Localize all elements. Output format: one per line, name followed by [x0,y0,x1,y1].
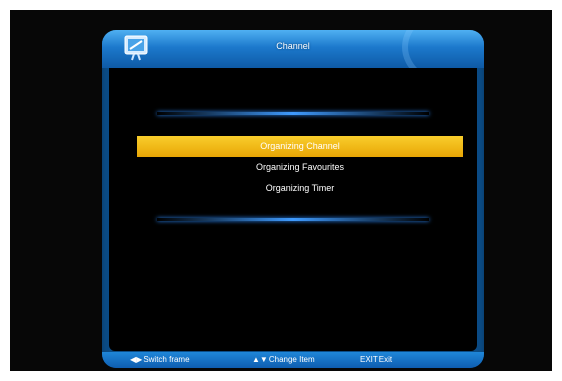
menu-item-organizing-favourites[interactable]: Organizing Favourites [137,157,463,178]
footer-hint-bar: ◀▶Switch frame ▲▼Change Item EXITExit [102,352,484,368]
hint-label: Exit [378,355,393,364]
menu-item-organizing-channel[interactable]: Organizing Channel [137,136,463,157]
menu-body: Organizing Channel Organizing Favourites… [109,68,477,351]
hint-switch-frame: ◀▶Switch frame [130,352,190,368]
up-down-arrows-icon: ▲▼ [252,355,268,364]
hint-label: Switch frame [143,355,190,364]
page-title: Channel [276,41,310,51]
exit-key: EXIT [360,355,378,364]
menu-header: Channel [102,30,484,68]
hint-label: Change Item [268,355,315,364]
menu-list: Organizing Channel Organizing Favourites… [137,136,463,199]
tv-screen: Channel Organizing Channel Organizing Fa… [10,10,552,371]
hint-change-item: ▲▼Change Item [252,352,315,368]
channel-menu-window: Channel Organizing Channel Organizing Fa… [102,30,484,368]
divider-top [157,112,429,115]
left-right-arrows-icon: ◀▶ [130,355,143,364]
divider-bottom [157,218,429,221]
menu-item-organizing-timer[interactable]: Organizing Timer [137,178,463,199]
hint-exit: EXITExit [360,352,392,368]
